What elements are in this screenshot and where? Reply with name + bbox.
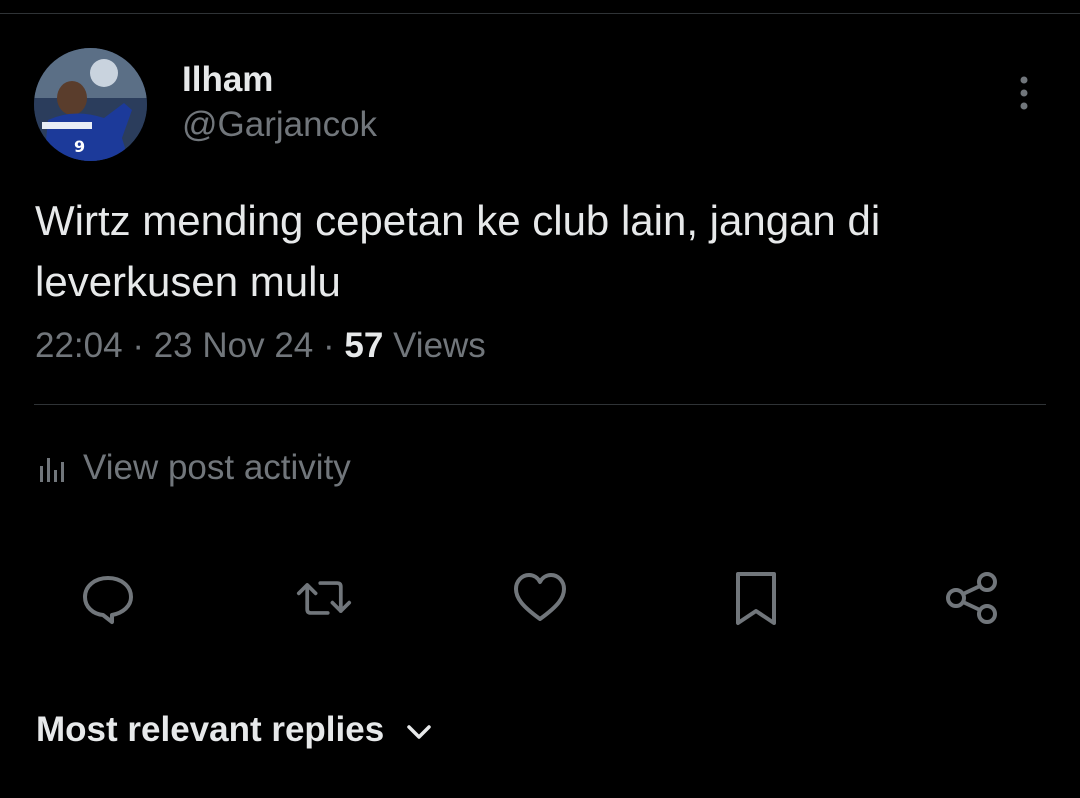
display-name[interactable]: Ilham <box>182 60 273 100</box>
meta-separator: · <box>132 326 144 365</box>
replies-sort-label: Most relevant replies <box>36 710 385 749</box>
repost-icon <box>296 581 352 615</box>
repost-button[interactable] <box>296 570 352 626</box>
like-button[interactable] <box>512 570 568 626</box>
share-icon <box>946 572 997 624</box>
replies-sort-dropdown[interactable]: Most relevant replies <box>36 710 432 750</box>
svg-text:9: 9 <box>74 137 85 156</box>
bar-chart-icon <box>40 458 64 482</box>
reply-button[interactable] <box>80 570 136 626</box>
post-text: Wirtz mending cepetan ke club lain, jang… <box>35 197 881 305</box>
view-post-activity-link[interactable]: View post activity <box>37 448 351 488</box>
views-label: Views <box>393 326 486 365</box>
user-handle[interactable]: @Garjancok <box>182 105 377 145</box>
post-time[interactable]: 22:04 <box>35 326 123 365</box>
bookmark-icon <box>736 572 776 625</box>
bookmark-button[interactable] <box>728 570 784 626</box>
top-divider <box>0 13 1080 14</box>
post-date[interactable]: 23 Nov 24 <box>154 326 314 365</box>
post-metadata: 22:04 · 23 Nov 24 · 57 Views <box>35 326 486 366</box>
reply-icon <box>83 576 133 624</box>
avatar[interactable]: 9 <box>34 48 147 161</box>
divider <box>34 404 1046 405</box>
chevron-down-icon <box>407 725 431 739</box>
share-button[interactable] <box>944 570 1000 626</box>
meta-separator: · <box>323 326 335 365</box>
views-count: 57 <box>344 326 384 365</box>
more-options-icon[interactable] <box>1004 74 1044 114</box>
view-post-activity-label: View post activity <box>83 448 351 487</box>
heart-icon <box>514 573 566 621</box>
